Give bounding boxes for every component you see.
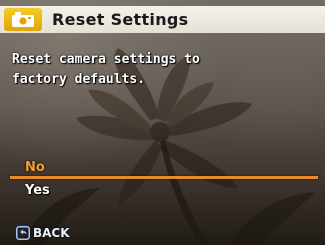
camera-menu-screen: Reset Settings Reset camera settings to …	[0, 0, 325, 245]
message-line: factory defaults.	[12, 72, 146, 87]
reset-message: Reset camera settings to factory default…	[12, 50, 312, 90]
camera-settings-icon	[4, 8, 42, 31]
option-no[interactable]: No	[25, 160, 45, 175]
menu-title-bar: Reset Settings	[0, 6, 325, 33]
back-arrow-icon	[16, 226, 30, 240]
back-button[interactable]: BACK	[16, 225, 70, 241]
selection-highlight	[10, 176, 318, 179]
message-line: Reset camera settings to	[12, 52, 200, 67]
page-title: Reset Settings	[52, 10, 189, 29]
back-label: BACK	[33, 226, 70, 240]
option-yes[interactable]: Yes	[25, 183, 50, 198]
background-flower-photo	[20, 48, 315, 245]
